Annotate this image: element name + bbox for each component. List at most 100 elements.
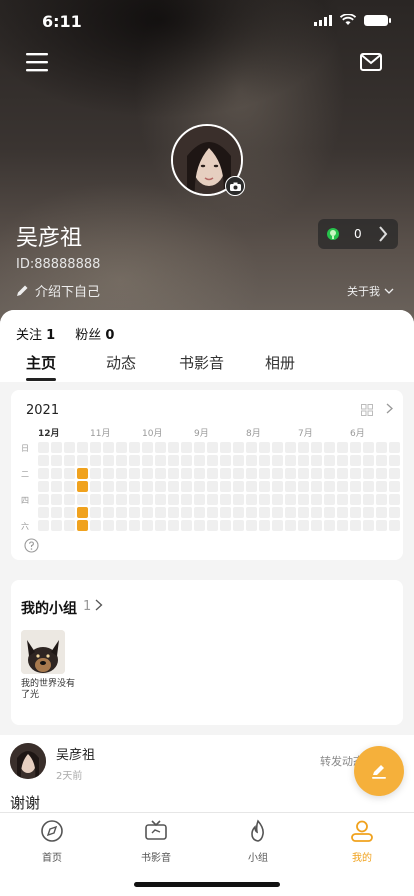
post-author[interactable]: 吴彦祖 <box>56 744 95 763</box>
compose-button[interactable] <box>354 746 404 796</box>
calendar-cell <box>155 507 166 518</box>
home-indicator <box>134 882 280 887</box>
groups-title[interactable]: 我的小组 <box>21 598 77 618</box>
calendar-cell <box>129 507 140 518</box>
calendar-cell <box>168 442 179 453</box>
calendar-cell <box>142 520 153 531</box>
coin-icon <box>327 228 339 240</box>
menu-button[interactable] <box>26 52 54 78</box>
calendar-cell <box>220 481 231 492</box>
calendar-cell <box>363 442 374 453</box>
calendar-cell <box>376 494 387 505</box>
calendar-day-label: 日 <box>21 444 29 453</box>
tab-media[interactable]: 书影音 <box>179 352 224 373</box>
calendar-cell <box>298 442 309 453</box>
calendar-cell <box>129 481 140 492</box>
status-time: 6:11 <box>42 12 82 31</box>
nav-label: 首页 <box>42 853 62 864</box>
calendar-cell <box>337 494 348 505</box>
calendar-cell <box>181 468 192 479</box>
chevron-right-icon[interactable] <box>95 599 103 611</box>
calendar-cell <box>155 468 166 479</box>
calendar-cell <box>129 442 140 453</box>
calendar-cell <box>324 507 335 518</box>
calendar-cell <box>363 468 374 479</box>
calendar-cell <box>116 468 127 479</box>
calendar-cell <box>389 494 400 505</box>
group-thumbnail[interactable] <box>21 630 65 674</box>
profile-avatar[interactable] <box>171 124 245 196</box>
calendar-cell <box>155 442 166 453</box>
calendar-cell <box>207 468 218 479</box>
calendar-cell <box>259 468 270 479</box>
calendar-cell <box>233 494 244 505</box>
calendar-cell <box>155 455 166 466</box>
calendar-cell <box>207 455 218 466</box>
calendar-cell <box>389 520 400 531</box>
calendar-cell <box>168 481 179 492</box>
calendar-cell <box>298 481 309 492</box>
calendar-cell <box>51 481 62 492</box>
nav-me[interactable]: 我的 <box>322 819 402 864</box>
calendar-cell <box>64 520 75 531</box>
groups-count: 1 <box>83 599 92 614</box>
nav-groups[interactable]: 小组 <box>218 819 298 864</box>
chevron-right-icon[interactable] <box>386 403 393 414</box>
calendar-cell <box>168 468 179 479</box>
calendar-cell <box>233 520 244 531</box>
calendar-cell <box>90 481 101 492</box>
fans-stat[interactable]: 粉丝 0 <box>75 324 114 343</box>
calendar-cell <box>207 494 218 505</box>
calendar-month-label: 9月 <box>194 429 209 439</box>
calendar-day-label: 二 <box>21 470 29 479</box>
calendar-cell <box>77 468 88 479</box>
tab-active-indicator <box>26 378 56 381</box>
coin-count: 0 <box>354 227 362 241</box>
calendar-cell <box>350 442 361 453</box>
calendar-cell <box>194 520 205 531</box>
tab-home[interactable]: 主页 <box>26 352 56 373</box>
about-me-toggle[interactable]: 关于我 <box>347 283 394 299</box>
calendar-cell <box>311 507 322 518</box>
edit-intro-link[interactable]: 介绍下自己 <box>16 281 100 300</box>
grid-view-icon[interactable] <box>361 404 373 416</box>
nav-media[interactable]: 书影音 <box>116 819 196 864</box>
flame-icon <box>251 819 264 842</box>
calendar-cell <box>142 455 153 466</box>
calendar-cell <box>142 442 153 453</box>
help-icon[interactable] <box>24 538 39 553</box>
calendar-cell <box>324 520 335 531</box>
group-thumbnail-image <box>21 630 65 674</box>
calendar-cell <box>220 442 231 453</box>
nav-home[interactable]: 首页 <box>12 819 92 864</box>
group-name[interactable]: 我的世界没有了光 <box>21 679 81 701</box>
tab-album[interactable]: 相册 <box>265 352 295 373</box>
following-count: 1 <box>46 328 56 343</box>
calendar-cell <box>246 442 257 453</box>
calendar-cell <box>311 494 322 505</box>
calendar-cell <box>337 481 348 492</box>
activity-calendar: 2021 12月 11月 10月 9月 8月 7月 6月 日二四六 <box>11 390 403 560</box>
calendar-cell <box>90 507 101 518</box>
calendar-cell <box>194 442 205 453</box>
tab-activity[interactable]: 动态 <box>106 352 136 373</box>
calendar-cell <box>337 507 348 518</box>
activity-post[interactable]: 吴彦祖 2天前 转发动态 谢谢 <box>0 735 414 815</box>
calendar-cell <box>116 494 127 505</box>
calendar-cell <box>194 507 205 518</box>
calendar-cell <box>103 468 114 479</box>
change-avatar-button[interactable] <box>225 176 245 196</box>
messages-button[interactable] <box>360 52 386 78</box>
following-stat[interactable]: 关注 1 <box>16 324 55 343</box>
calendar-cell <box>181 442 192 453</box>
calendar-cell <box>285 442 296 453</box>
calendar-cell <box>272 494 283 505</box>
coin-entry[interactable]: 0 <box>318 219 398 249</box>
calendar-cell <box>298 468 309 479</box>
calendar-cell <box>272 481 283 492</box>
calendar-month-label: 10月 <box>142 429 163 439</box>
calendar-cell <box>194 494 205 505</box>
post-avatar[interactable] <box>10 743 46 779</box>
calendar-cell <box>350 481 361 492</box>
calendar-cell <box>376 455 387 466</box>
